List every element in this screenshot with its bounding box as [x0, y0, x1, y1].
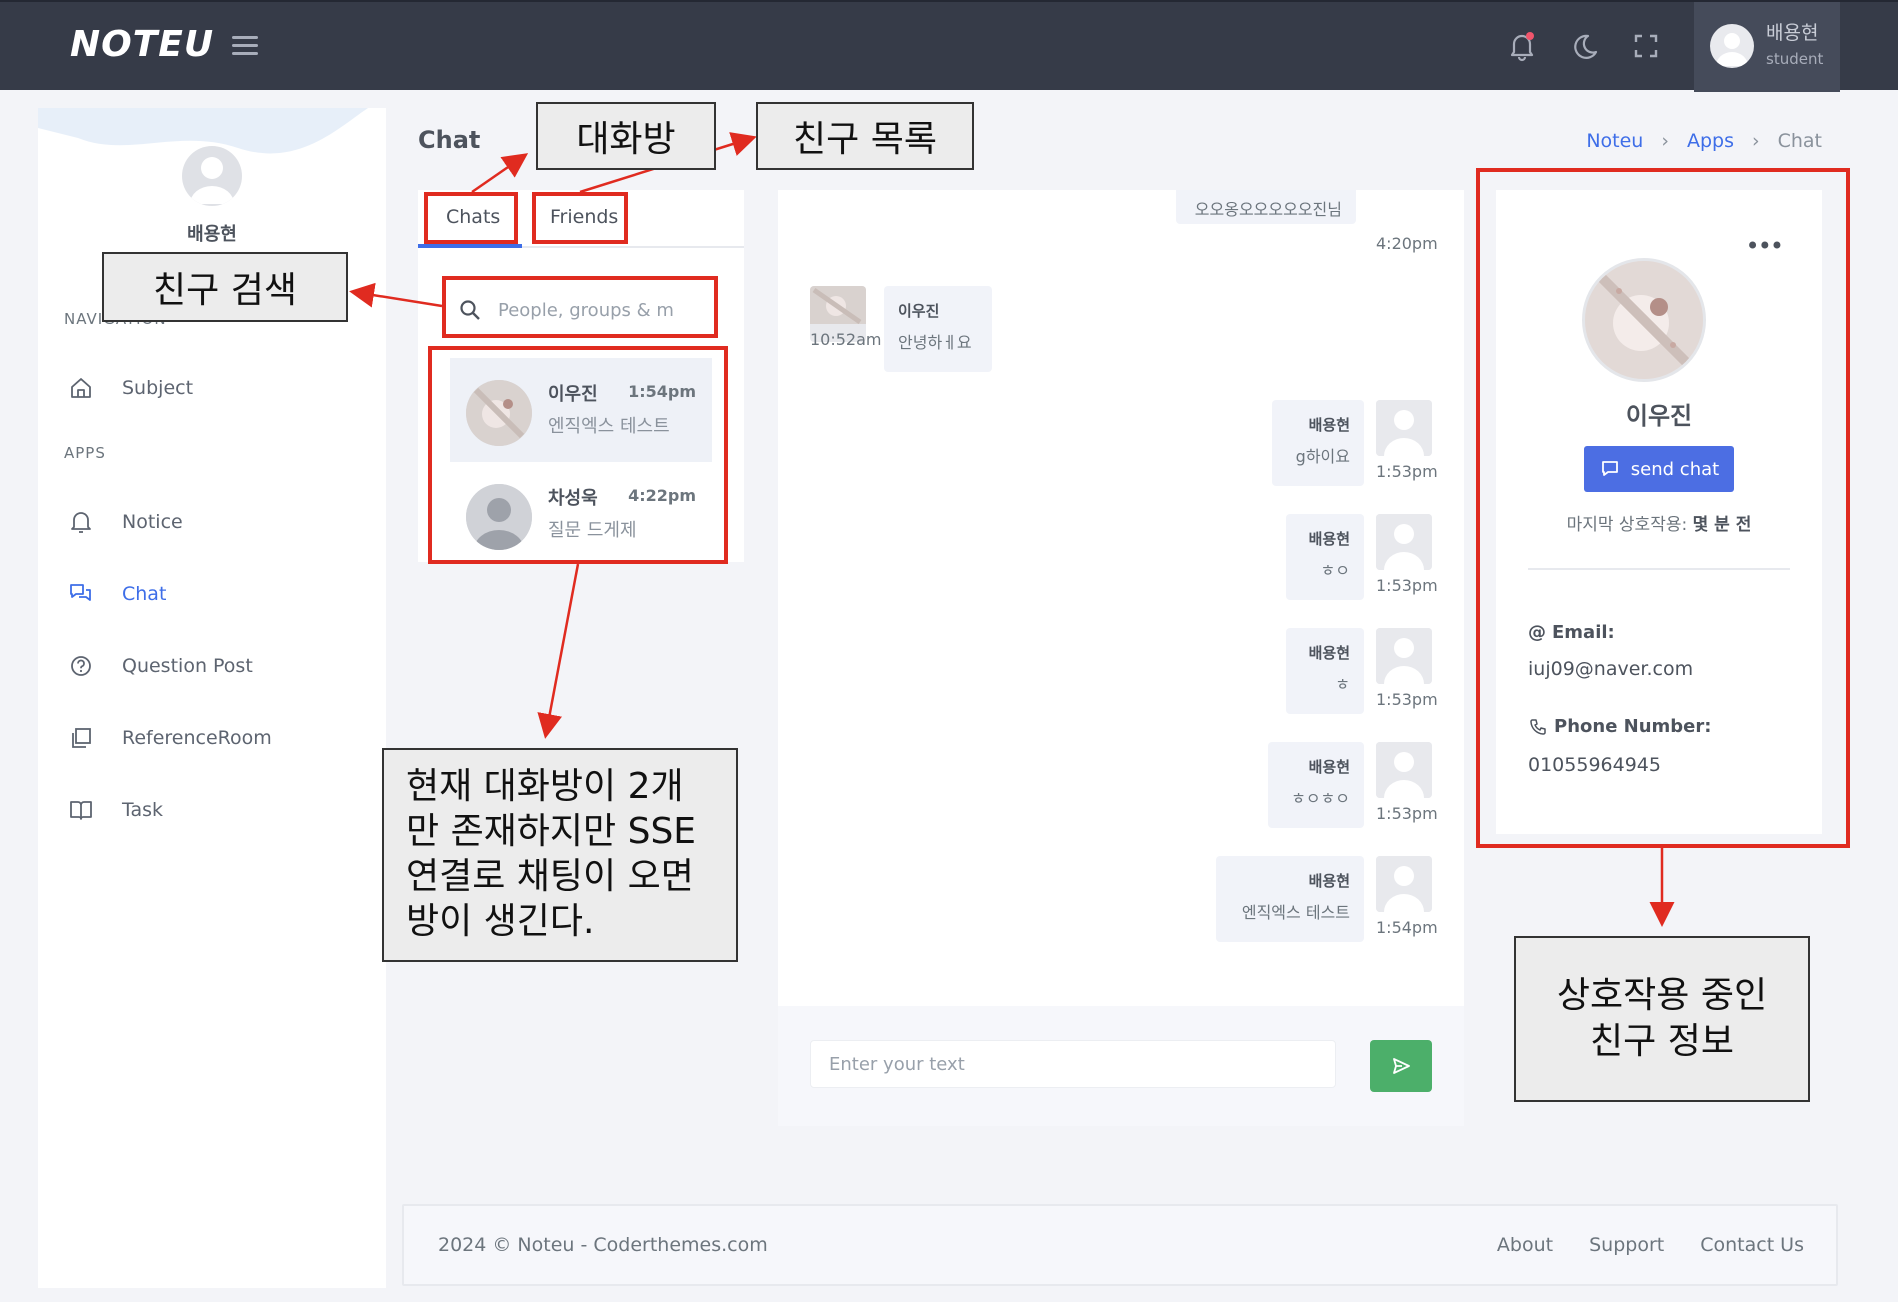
annotation-arrows [349, 132, 1675, 927]
annotation-profile-note: 상호작용 중인 친구 정보 [1514, 936, 1810, 1102]
annotation-rooms-note: 현재 대화방이 2개만 존재하지만 SSE 연결로 채팅이 오면 방이 생긴다. [382, 748, 738, 962]
annotation-friend-search: 친구 검색 [102, 252, 348, 322]
annotation-chat-room: 대화방 [536, 102, 716, 170]
annotation-friend-list: 친구 목록 [756, 102, 974, 170]
